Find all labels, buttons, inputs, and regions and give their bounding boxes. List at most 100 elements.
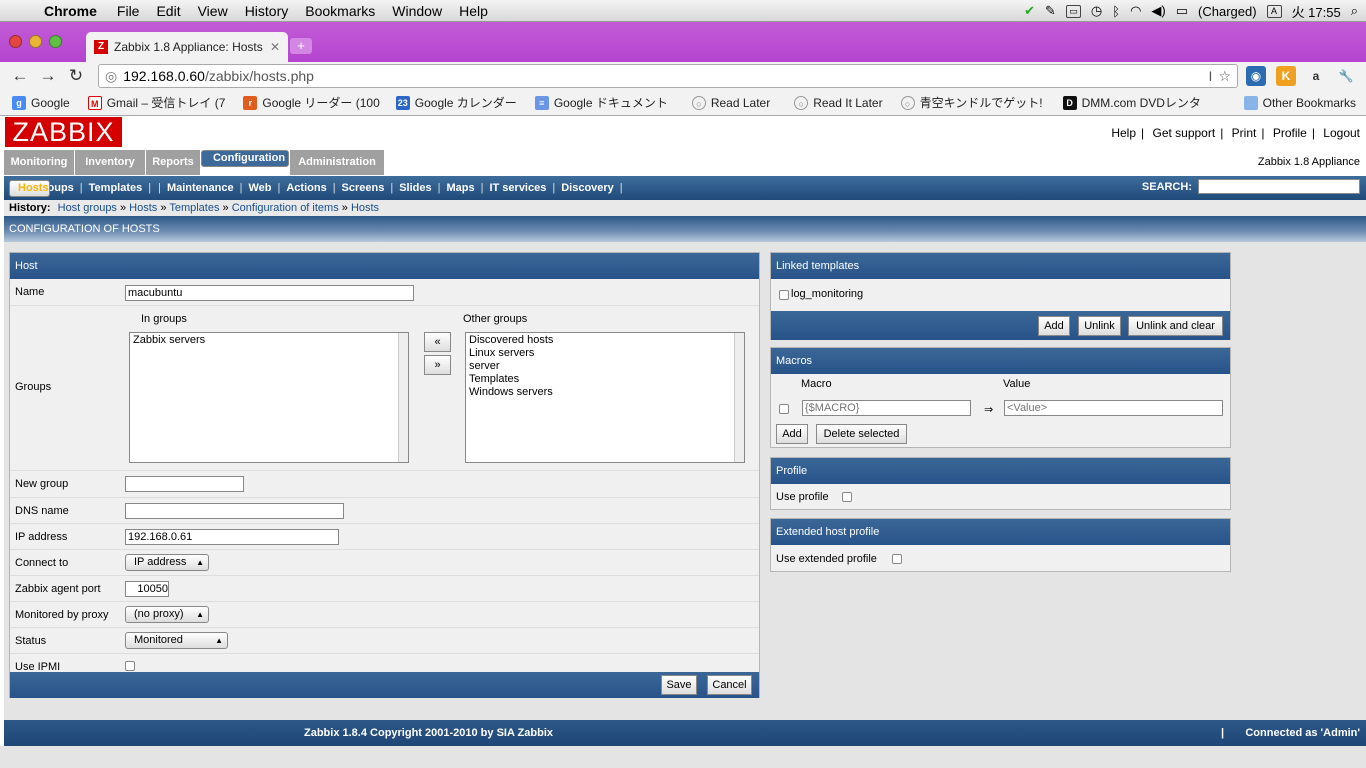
new-group-input[interactable] (125, 476, 244, 492)
list-item[interactable]: Discovered hosts (469, 334, 741, 347)
connect-select[interactable]: IP address ▲ (125, 554, 209, 571)
ipmi-checkbox[interactable] (125, 661, 135, 671)
bookmark-gmail[interactable]: M Gmail – 受信トレイ (7 (87, 94, 225, 111)
zabbix-logo[interactable]: ZABBIX (5, 117, 122, 147)
delete-selected-button[interactable]: Delete selected (816, 424, 907, 444)
menu-view[interactable]: View (198, 3, 228, 19)
value-input[interactable] (1004, 400, 1223, 416)
submenu-screens[interactable]: Screens (342, 182, 385, 194)
unlink-button[interactable]: Unlink (1078, 316, 1121, 336)
help-link[interactable]: Help (1111, 126, 1136, 140)
history-link-hosts-current[interactable]: Hosts (351, 202, 379, 214)
macro-input[interactable] (802, 400, 971, 416)
history-link-items[interactable]: Configuration of items (232, 202, 339, 214)
print-link[interactable]: Print (1232, 126, 1257, 140)
bookmark-google-docs[interactable]: ≡ Google ドキュメント (534, 94, 668, 111)
address-bar[interactable]: ◎ 192.168.0.60/zabbix/hosts.php I ☆ (98, 64, 1238, 88)
submenu-slides[interactable]: Slides (399, 182, 431, 194)
tab-administration[interactable]: Administration (290, 150, 384, 175)
battery-status[interactable]: (Charged) (1198, 4, 1257, 19)
menu-edit[interactable]: Edit (156, 3, 180, 19)
new-tab-button[interactable]: + (290, 38, 312, 54)
search-input[interactable] (1198, 179, 1360, 194)
bluetooth-icon[interactable]: ᛒ (1112, 4, 1120, 19)
list-item[interactable]: Windows servers (469, 386, 741, 399)
submenu-maps[interactable]: Maps (446, 182, 474, 194)
menu-file[interactable]: File (117, 3, 140, 19)
history-link-host-groups[interactable]: Host groups (58, 202, 117, 214)
proxy-select[interactable]: (no proxy) ▲ (125, 606, 209, 623)
submenu-actions[interactable]: Actions (286, 182, 326, 194)
history-link-templates[interactable]: Templates (169, 202, 219, 214)
bookmark-star-icon[interactable]: ☆ (1218, 68, 1231, 85)
scrollbar[interactable] (734, 333, 744, 462)
submenu-web[interactable]: Web (248, 182, 271, 194)
get-support-link[interactable]: Get support (1152, 126, 1215, 140)
menu-history[interactable]: History (245, 3, 289, 19)
back-icon[interactable]: ← (6, 66, 34, 86)
list-item[interactable]: Zabbix servers (133, 334, 405, 347)
close-tab-icon[interactable]: ✕ (270, 40, 280, 54)
kindle-extension-icon[interactable]: K (1276, 66, 1296, 86)
history-link-hosts[interactable]: Hosts (129, 202, 157, 214)
use-extended-profile-checkbox[interactable] (892, 554, 902, 564)
submenu-it-services[interactable]: IT services (489, 182, 546, 194)
dns-input[interactable] (125, 503, 344, 519)
evernote-icon[interactable]: ✎ (1045, 3, 1056, 19)
other-groups-list[interactable]: Discovered hosts Linux servers server Te… (465, 332, 745, 463)
minimize-window-icon[interactable] (29, 35, 42, 48)
clock[interactable]: 火 17:55 (1292, 2, 1341, 21)
close-window-icon[interactable] (9, 35, 22, 48)
tab-configuration[interactable]: Configuration (201, 150, 289, 167)
move-right-button[interactable]: » (424, 355, 451, 375)
reload-icon[interactable]: ↻ (62, 66, 90, 86)
submenu-hosts[interactable]: Hosts (9, 179, 50, 197)
other-bookmarks[interactable]: Other Bookmarks (1243, 95, 1356, 110)
unlink-and-clear-button[interactable]: Unlink and clear (1128, 316, 1223, 336)
ip-input[interactable] (125, 529, 339, 545)
bookmark-aozora-kindle[interactable]: ○ 青空キンドルでゲット! (900, 94, 1043, 111)
volume-icon[interactable]: ◀) (1151, 3, 1165, 19)
browser-tab[interactable]: Z Zabbix 1.8 Appliance: Hosts ✕ (86, 32, 288, 62)
bookmark-google-calendar[interactable]: 23 Google カレンダー (395, 94, 517, 111)
bookmark-google-reader[interactable]: r Google リーダー (100 (243, 94, 380, 111)
name-input[interactable] (125, 285, 414, 301)
battery-icon[interactable]: ▭ (1176, 3, 1188, 19)
in-groups-list[interactable]: Zabbix servers (129, 332, 409, 463)
menu-help[interactable]: Help (459, 3, 488, 19)
add-macro-button[interactable]: Add (776, 424, 808, 444)
add-template-button[interactable]: Add (1038, 316, 1070, 336)
scrollbar[interactable] (398, 333, 408, 462)
list-item[interactable]: server (469, 360, 741, 373)
list-item[interactable]: Templates (469, 373, 741, 386)
list-item[interactable]: Linux servers (469, 347, 741, 360)
app-menu[interactable]: Chrome (44, 3, 97, 19)
submenu-templates[interactable]: Templates (89, 182, 143, 194)
profile-link[interactable]: Profile (1273, 126, 1307, 140)
use-profile-checkbox[interactable] (842, 492, 852, 502)
submenu-maintenance[interactable]: Maintenance (167, 182, 234, 194)
time-machine-icon[interactable]: ◷ (1091, 3, 1102, 19)
instapaper-icon[interactable]: I (1209, 68, 1213, 85)
macro-row-checkbox[interactable] (779, 404, 789, 414)
check-status-icon[interactable]: ✔ (1024, 3, 1035, 19)
save-button[interactable]: Save (661, 675, 697, 695)
spotlight-search-icon[interactable]: ⌕ (1351, 3, 1358, 19)
bookmark-google[interactable]: g Google (12, 95, 70, 110)
tab-reports[interactable]: Reports (146, 150, 200, 175)
port-input[interactable] (125, 581, 169, 597)
move-left-button[interactable]: « (424, 332, 451, 352)
logout-link[interactable]: Logout (1323, 126, 1360, 140)
template-checkbox[interactable] (779, 290, 789, 300)
amazon-extension-icon[interactable]: a (1306, 66, 1326, 86)
wifi-icon[interactable]: ◠ (1130, 3, 1141, 19)
bookmark-read-it-later[interactable]: ○ Read It Later (794, 95, 883, 110)
wrench-menu-icon[interactable]: 🔧 (1336, 66, 1356, 86)
extension-icon[interactable]: ◉ (1246, 66, 1266, 86)
menu-bookmarks[interactable]: Bookmarks (305, 3, 375, 19)
tab-monitoring[interactable]: Monitoring (4, 150, 74, 175)
cancel-button[interactable]: Cancel (707, 675, 752, 695)
bookmark-dmm[interactable]: D DMM.com DVDレンタ (1062, 94, 1201, 111)
tab-inventory[interactable]: Inventory (75, 150, 145, 175)
status-select[interactable]: Monitored ▲ (125, 632, 228, 649)
